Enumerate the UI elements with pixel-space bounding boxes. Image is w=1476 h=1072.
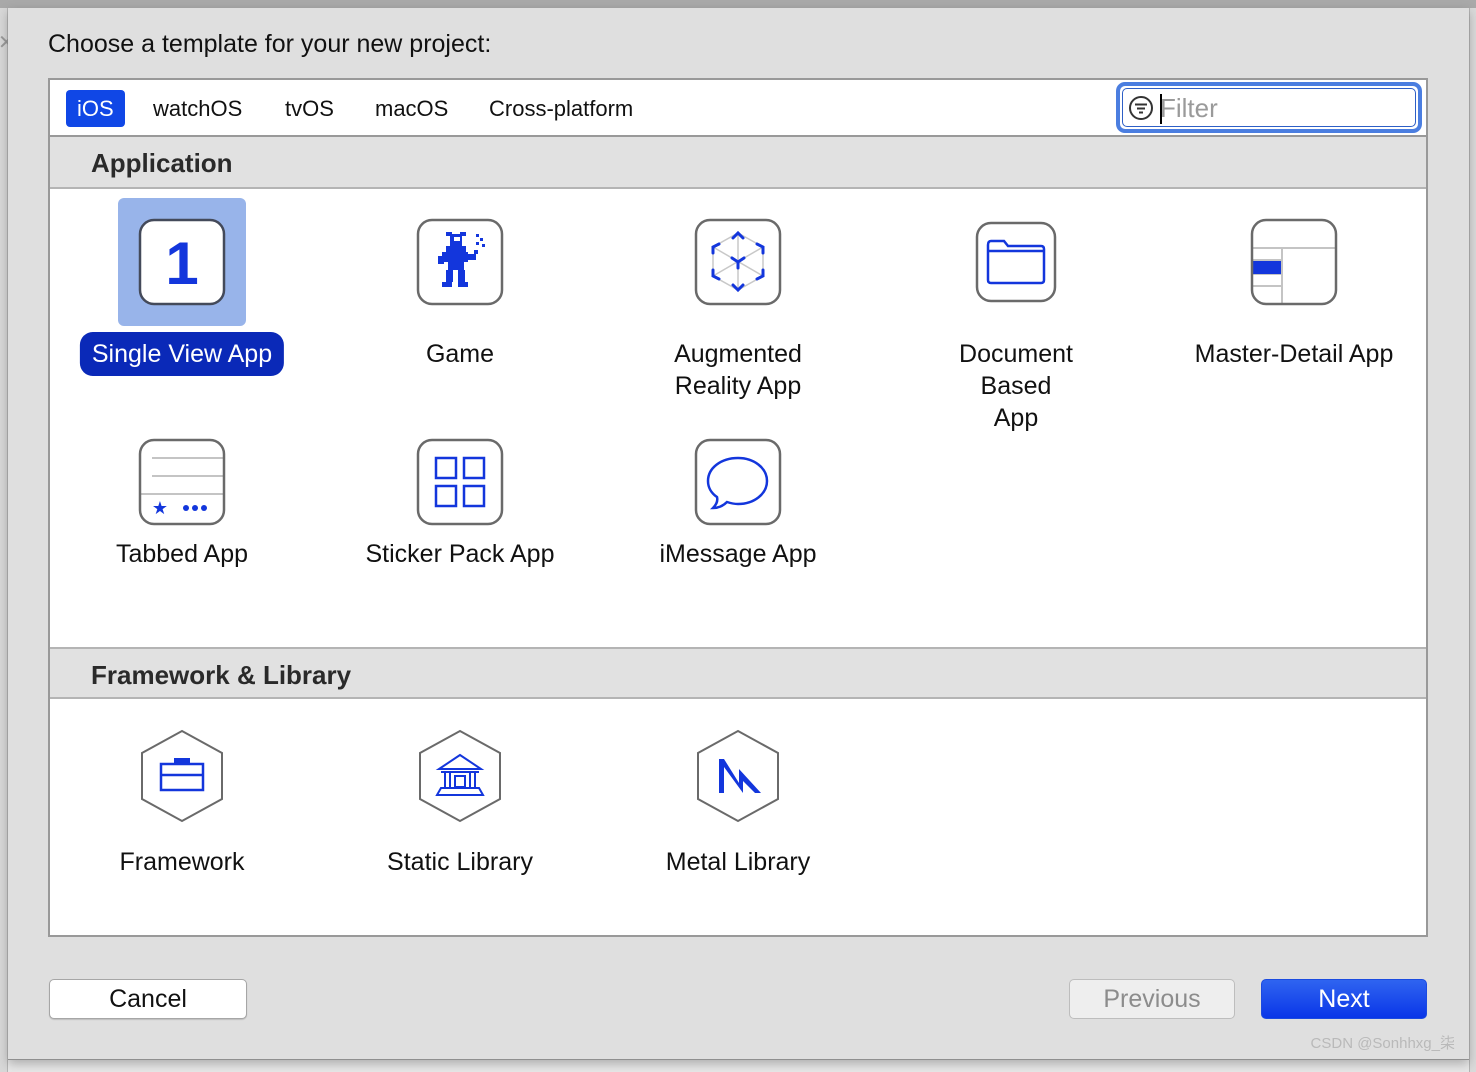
new-project-sheet: Choose a template for your new project: …	[8, 8, 1469, 1060]
tab-cross-platform[interactable]: Cross-platform	[478, 90, 644, 127]
template-document-based-app[interactable]: Document Based App	[896, 198, 1136, 432]
metal-library-icon	[697, 729, 779, 823]
template-icon-frame	[952, 198, 1080, 326]
tab-watchos[interactable]: watchOS	[142, 90, 253, 127]
template-label: iMessage App	[659, 540, 817, 568]
template-augmented-reality-app[interactable]: Augmented Reality App	[618, 198, 858, 400]
template-framework[interactable]: Framework	[62, 728, 302, 928]
window-top-edge	[0, 0, 1476, 8]
template-label: Augmented Reality App	[674, 340, 802, 400]
filter-icon	[1129, 96, 1153, 120]
section-header-application: Application	[50, 137, 1426, 189]
template-icon-frame	[674, 198, 802, 326]
background-window-edge: ✕	[0, 8, 15, 1072]
section-title: Framework & Library	[91, 660, 352, 690]
template-sticker-pack-app[interactable]: Sticker Pack App	[340, 418, 580, 618]
template-label: Sticker Pack App	[365, 540, 555, 568]
template-icon-frame: ★	[118, 418, 246, 546]
master-detail-icon	[1250, 218, 1338, 306]
framework-toolbox-icon	[141, 729, 223, 823]
template-tabbed-app[interactable]: ★ Tabbed App	[62, 418, 302, 618]
single-view-app-icon: 1	[138, 218, 226, 306]
template-label: Tabbed App	[115, 540, 249, 568]
template-panel: iOS watchOS tvOS macOS Cross-platform Ap…	[48, 78, 1428, 937]
previous-button[interactable]: Previous	[1069, 979, 1235, 1019]
template-metal-library[interactable]: Metal Library	[618, 728, 858, 928]
tab-ios[interactable]: iOS	[66, 90, 125, 127]
document-folder-icon	[975, 221, 1057, 303]
template-master-detail-app[interactable]: Master-Detail App	[1174, 198, 1414, 398]
template-icon-frame	[396, 728, 524, 824]
tab-macos[interactable]: macOS	[364, 90, 459, 127]
svg-text:1: 1	[165, 230, 198, 297]
template-icon-frame	[674, 728, 802, 824]
template-label: Master-Detail App	[1194, 340, 1394, 368]
platform-tabbar: iOS watchOS tvOS macOS Cross-platform	[50, 80, 1426, 137]
template-label: Document Based App	[959, 340, 1073, 432]
next-button[interactable]: Next	[1261, 979, 1427, 1019]
text-caret	[1160, 94, 1162, 124]
template-single-view-app[interactable]: 1 Single View App	[62, 198, 302, 398]
template-icon-frame	[1230, 198, 1358, 326]
template-label: Single View App	[79, 332, 285, 376]
template-icon-frame: 1	[118, 198, 246, 326]
background-window-edge-right	[1469, 8, 1476, 1072]
tabbed-app-icon: ★	[138, 438, 226, 526]
template-game[interactable]: Game	[340, 198, 580, 398]
watermark: CSDN @Sonhhxg_柒	[1310, 1035, 1455, 1052]
svg-text:★: ★	[152, 498, 168, 519]
imessage-bubble-icon	[694, 438, 782, 526]
filter-input[interactable]	[1160, 90, 1410, 126]
template-icon-frame	[118, 728, 246, 824]
cancel-button[interactable]: Cancel	[49, 979, 247, 1019]
filter-field[interactable]	[1116, 82, 1422, 133]
section-header-framework-library: Framework & Library	[50, 647, 1426, 699]
augmented-reality-icon	[694, 218, 782, 306]
template-label: Static Library	[387, 848, 533, 876]
template-label: Game	[425, 340, 495, 368]
template-label: Framework	[119, 848, 245, 876]
template-icon-frame	[674, 418, 802, 546]
section-title: Application	[91, 148, 233, 178]
template-label: Metal Library	[665, 848, 811, 876]
game-icon	[416, 218, 504, 306]
tab-tvos[interactable]: tvOS	[274, 90, 345, 127]
template-icon-frame	[396, 418, 524, 546]
template-static-library[interactable]: Static Library	[340, 728, 580, 928]
static-library-building-icon	[419, 729, 501, 823]
template-icon-frame	[396, 198, 524, 326]
dialog-title: Choose a template for your new project:	[48, 30, 492, 58]
sticker-pack-icon	[416, 438, 504, 526]
template-imessage-app[interactable]: iMessage App	[618, 418, 858, 618]
